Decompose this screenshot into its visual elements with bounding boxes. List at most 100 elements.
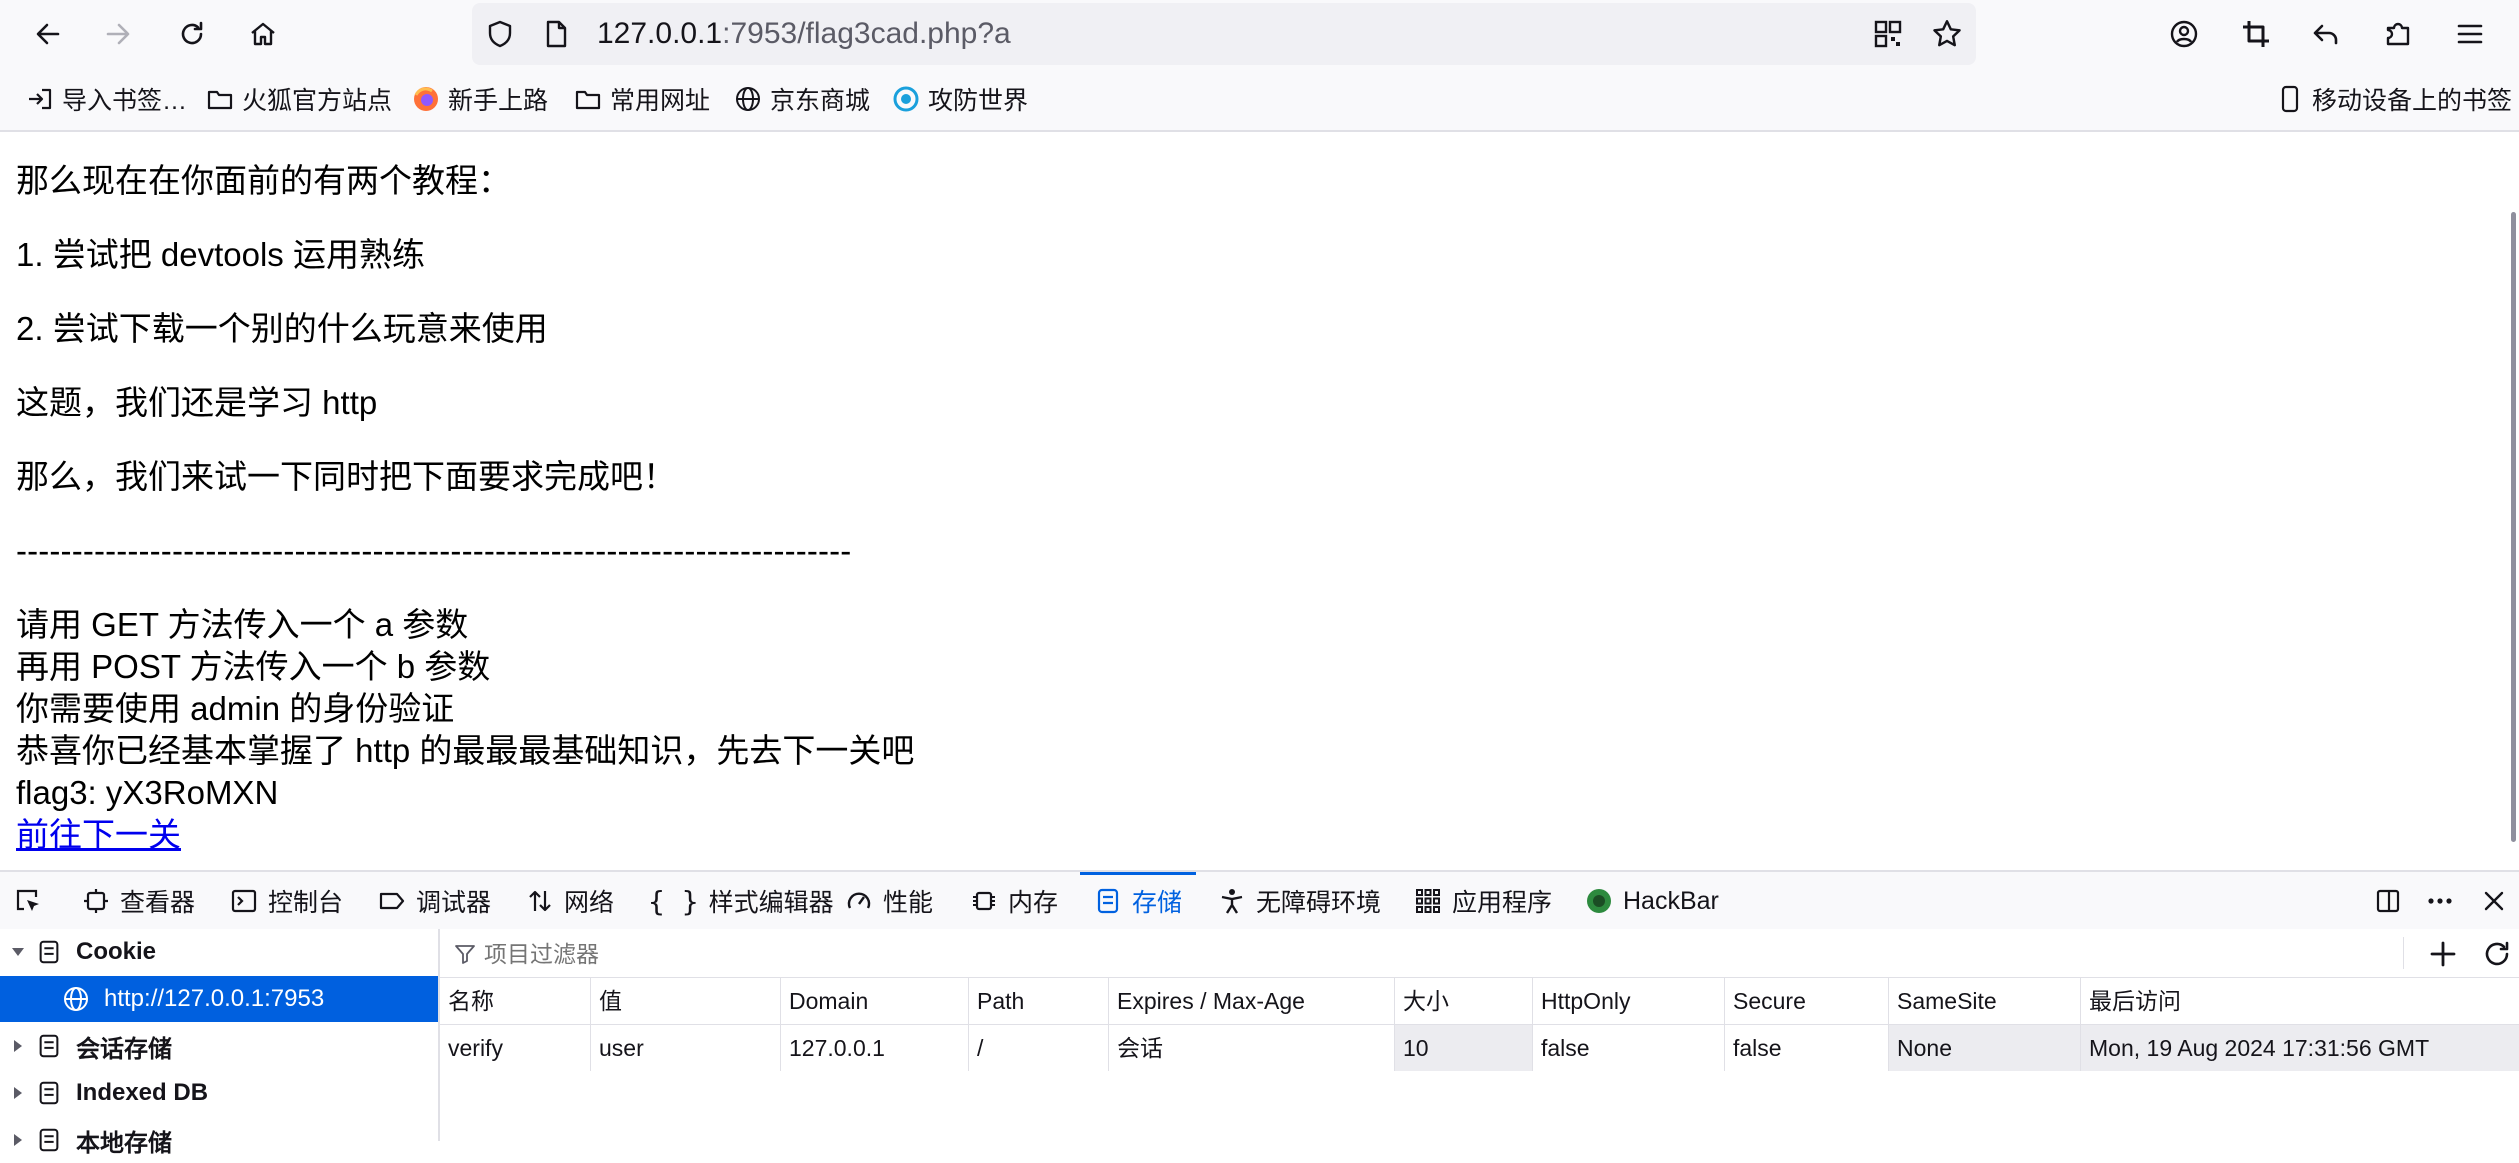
column-header-size[interactable]: 大小 xyxy=(1394,978,1532,1024)
bookmark-jd[interactable]: 京东商城 xyxy=(734,68,870,130)
devtools-close-button[interactable] xyxy=(2480,872,2508,930)
reload-button[interactable] xyxy=(164,6,220,62)
column-header-secure[interactable]: Secure xyxy=(1724,978,1888,1024)
expanded-arrow-icon[interactable] xyxy=(10,944,26,960)
page-content: 那么现在在你面前的有两个教程： 1. 尝试把 devtools 运用熟练 2. … xyxy=(0,132,2508,870)
back-arrow-icon xyxy=(36,23,60,45)
bookmark-star-icon[interactable] xyxy=(1930,17,1964,51)
dock-toggle-button[interactable] xyxy=(2374,872,2402,930)
tree-item-session-storage[interactable]: 会话存储 xyxy=(0,1023,438,1069)
bookmark-adworld[interactable]: 攻防世界 xyxy=(892,68,1028,130)
cell-samesite[interactable]: None xyxy=(1888,1025,2080,1071)
tab-accessibility[interactable]: 无障碍环境 xyxy=(1218,872,1381,930)
cell-last-accessed[interactable]: Mon, 19 Aug 2024 17:31:56 GMT xyxy=(2080,1025,2519,1071)
page-text-line: 请用 GET 方法传入一个 a 参数 xyxy=(16,606,469,643)
extensions-button[interactable] xyxy=(2370,6,2426,62)
account-icon xyxy=(2170,20,2198,48)
performance-gauge-icon xyxy=(847,892,871,909)
tab-storage[interactable]: 存储 xyxy=(1079,872,1197,930)
url-text[interactable]: 127.0.0.1:7953/flag3cad.php?a xyxy=(597,3,1011,65)
bookmark-firefox-official[interactable]: 火狐官方站点 xyxy=(206,68,392,130)
qr-code-icon[interactable] xyxy=(1872,18,1904,50)
tree-item-cookie[interactable]: Cookie xyxy=(0,929,438,975)
refresh-icon[interactable] xyxy=(2482,939,2512,969)
tab-hackbar[interactable]: HackBar xyxy=(1585,872,1719,930)
page-text-line: 2. 尝试下载一个别的什么玩意来使用 xyxy=(16,310,548,347)
next-level-link[interactable]: 前往下一关 xyxy=(16,815,181,855)
tab-inspector[interactable]: 查看器 xyxy=(82,872,195,930)
tab-network[interactable]: 网络 xyxy=(526,872,614,930)
tab-console[interactable]: 控制台 xyxy=(230,872,343,930)
mobile-device-icon xyxy=(2281,85,2299,113)
add-plus-icon[interactable] xyxy=(2428,939,2458,969)
cell-value[interactable]: user xyxy=(590,1025,780,1071)
cell-domain[interactable]: 127.0.0.1 xyxy=(780,1025,968,1071)
storage-icon xyxy=(39,1034,59,1058)
collapsed-arrow-icon[interactable] xyxy=(10,1085,26,1101)
item-filter-input[interactable] xyxy=(482,935,2386,973)
tab-memory[interactable]: 内存 xyxy=(970,872,1058,930)
page-text-line: 那么现在在你面前的有两个教程： xyxy=(16,162,511,199)
screenshot-button[interactable] xyxy=(2228,6,2284,62)
page-scrollbar[interactable] xyxy=(2508,132,2519,870)
home-icon xyxy=(251,22,275,46)
shield-icon[interactable] xyxy=(484,18,516,50)
cell-name[interactable]: verify xyxy=(440,1025,590,1071)
tab-style-editor[interactable]: { } 样式编辑器 xyxy=(648,872,834,930)
cell-secure[interactable]: false xyxy=(1724,1025,1888,1071)
devtools-toolbar: 查看器 控制台 调试器 网络 { } 样式编辑器 性能 内存 存储 无障碍环境 … xyxy=(0,870,2519,931)
collapsed-arrow-icon[interactable] xyxy=(10,1132,26,1148)
column-header-last-accessed[interactable]: 最后访问 xyxy=(2080,978,2519,1024)
element-picker-button[interactable] xyxy=(14,872,42,930)
column-header-samesite[interactable]: SameSite xyxy=(1888,978,2080,1024)
back-button[interactable] xyxy=(20,6,76,62)
dock-side-icon xyxy=(2376,889,2400,913)
column-header-name[interactable]: 名称 xyxy=(440,978,590,1024)
table-row[interactable]: verify user 127.0.0.1 / 会话 10 false fals… xyxy=(440,1025,2519,1071)
element-picker-icon xyxy=(16,889,39,911)
bookmark-import[interactable]: 导入书签… xyxy=(26,68,187,130)
cell-size[interactable]: 10 xyxy=(1394,1025,1532,1071)
column-header-value[interactable]: 值 xyxy=(590,978,780,1024)
bookmark-getting-started[interactable]: 新手上路 xyxy=(412,68,548,130)
forward-arrow-icon xyxy=(106,23,130,45)
home-button[interactable] xyxy=(235,6,291,62)
tab-application[interactable]: 应用程序 xyxy=(1414,872,1552,930)
tree-item-local-storage[interactable]: 本地存储 xyxy=(0,1117,438,1163)
tree-item-cookie-host[interactable]: http://127.0.0.1:7953 xyxy=(0,976,438,1022)
column-header-path[interactable]: Path xyxy=(968,978,1108,1024)
page-text-line: 再用 POST 方法传入一个 b 参数 xyxy=(16,648,491,685)
network-icon xyxy=(529,890,551,912)
page-icon[interactable] xyxy=(540,18,572,50)
forward-button[interactable] xyxy=(90,6,146,62)
braces-icon: { } xyxy=(648,884,699,918)
page-text-line: 你需要使用 admin 的身份验证 xyxy=(16,690,455,727)
page-text-line: 那么，我们来试一下同时把下面要求完成吧！ xyxy=(16,458,676,495)
storage-icon xyxy=(39,1081,59,1105)
adworld-logo-icon xyxy=(893,86,919,112)
hackbar-logo-icon xyxy=(1587,889,1611,913)
cell-httponly[interactable]: false xyxy=(1532,1025,1724,1071)
bookmark-mobile[interactable]: 移动设备上的书签 xyxy=(2276,68,2512,130)
column-header-domain[interactable]: Domain xyxy=(780,978,968,1024)
menu-button[interactable] xyxy=(2442,6,2498,62)
close-icon xyxy=(2484,891,2504,911)
page-text-line: 这题，我们还是学习 http xyxy=(16,384,378,421)
cell-path[interactable]: / xyxy=(968,1025,1108,1071)
account-button[interactable] xyxy=(2156,6,2212,62)
cell-expires[interactable]: 会话 xyxy=(1108,1025,1394,1071)
url-bar[interactable]: 127.0.0.1:7953/flag3cad.php?a xyxy=(472,3,1976,65)
bookmark-common-sites[interactable]: 常用网址 xyxy=(574,68,710,130)
collapsed-arrow-icon[interactable] xyxy=(10,1038,26,1054)
memory-chip-icon xyxy=(973,891,995,911)
undo-button[interactable] xyxy=(2298,6,2354,62)
storage-icon xyxy=(39,940,59,964)
tab-debugger[interactable]: 调试器 xyxy=(378,872,491,930)
scrollbar-thumb[interactable] xyxy=(2511,212,2516,842)
tree-item-indexeddb[interactable]: Indexed DB xyxy=(0,1070,438,1116)
storage-icon xyxy=(39,1128,59,1152)
tab-performance[interactable]: 性能 xyxy=(845,872,933,930)
devtools-more-button[interactable] xyxy=(2426,872,2454,930)
column-header-httponly[interactable]: HttpOnly xyxy=(1532,978,1724,1024)
column-header-expires[interactable]: Expires / Max-Age xyxy=(1108,978,1394,1024)
